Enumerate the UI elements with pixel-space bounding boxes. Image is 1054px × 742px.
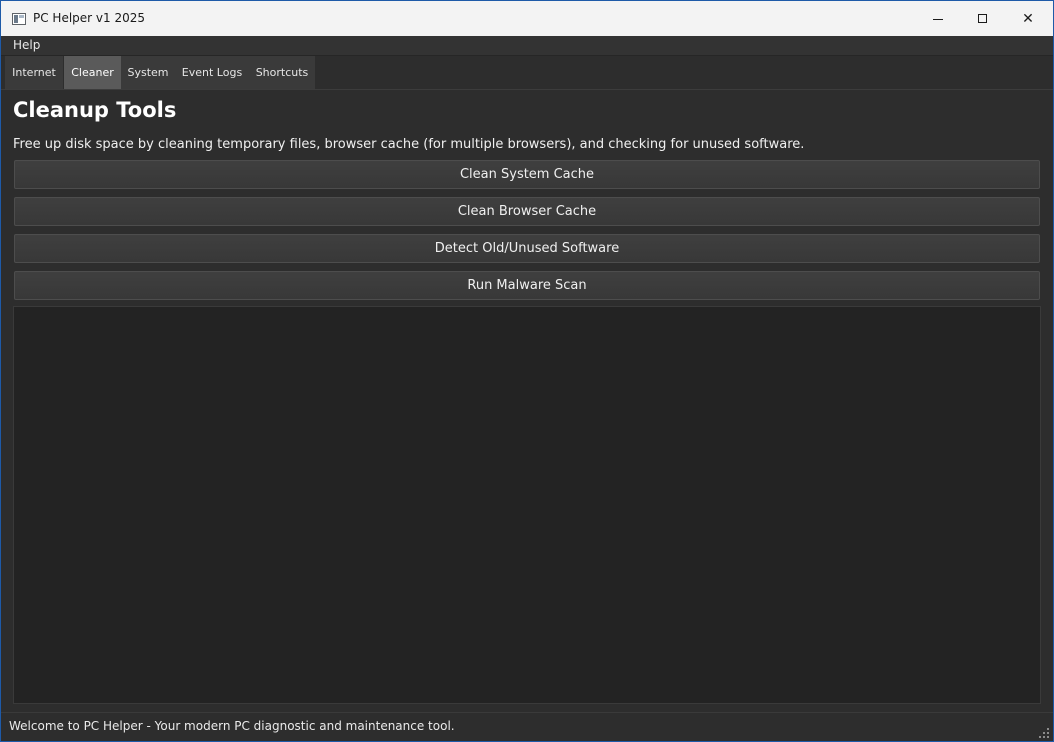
maximize-button[interactable]: [959, 1, 1005, 36]
close-button[interactable]: ✕: [1005, 1, 1051, 36]
clean-browser-cache-button[interactable]: Clean Browser Cache: [14, 197, 1040, 226]
resize-grip-icon[interactable]: [1038, 727, 1050, 739]
output-text-area[interactable]: [13, 306, 1041, 704]
page-title: Cleanup Tools: [13, 98, 177, 122]
minimize-icon: [933, 18, 943, 20]
status-bar: Welcome to PC Helper - Your modern PC di…: [1, 712, 1053, 741]
menu-help[interactable]: Help: [8, 38, 45, 52]
tab-bar: Internet Cleaner System Event Logs Short…: [1, 56, 1053, 90]
maximize-icon: [977, 14, 987, 23]
window-title: PC Helper v1 2025: [33, 11, 146, 25]
tab-cleaner[interactable]: Cleaner: [64, 56, 121, 89]
tab-internet[interactable]: Internet: [5, 56, 63, 89]
tab-event-logs[interactable]: Event Logs: [175, 56, 249, 89]
menu-bar: Help: [1, 36, 1053, 56]
status-message: Welcome to PC Helper - Your modern PC di…: [9, 719, 455, 733]
run-malware-scan-button[interactable]: Run Malware Scan: [14, 271, 1040, 300]
detect-unused-software-button[interactable]: Detect Old/Unused Software: [14, 234, 1040, 263]
clean-system-cache-button[interactable]: Clean System Cache: [14, 160, 1040, 189]
tab-system[interactable]: System: [121, 56, 175, 89]
minimize-button[interactable]: [915, 1, 961, 36]
app-window: PC Helper v1 2025 ✕ Help Internet Cleane…: [0, 0, 1054, 742]
title-bar[interactable]: PC Helper v1 2025 ✕: [1, 1, 1053, 36]
close-icon: ✕: [1022, 10, 1034, 27]
page-description: Free up disk space by cleaning temporary…: [13, 137, 805, 152]
app-window-icon: [12, 13, 26, 25]
tab-shortcuts[interactable]: Shortcuts: [249, 56, 315, 89]
